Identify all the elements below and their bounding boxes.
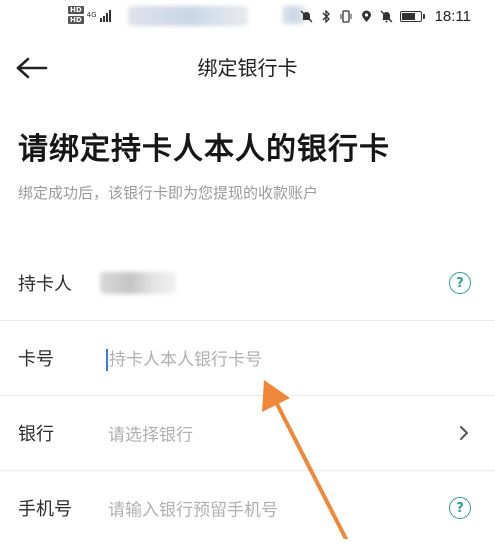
redacted-status-area <box>128 6 248 26</box>
phone-label: 手机号 <box>18 499 72 520</box>
bank-row[interactable]: 银行 请选择银行 <box>0 396 495 470</box>
card-number-input[interactable]: 持卡人本人银行卡号 <box>106 345 262 371</box>
phone-input[interactable]: 请输入银行预留手机号 <box>108 496 278 521</box>
cardholder-row: 持卡人 ? <box>0 246 495 320</box>
headline: 请绑定持卡人本人的银行卡 <box>18 132 390 167</box>
text-cursor <box>106 349 108 371</box>
nav-header: 绑定银行卡 <box>0 44 495 92</box>
status-bar-left: HD HD 4G <box>68 6 111 24</box>
card-number-row[interactable]: 卡号 持卡人本人银行卡号 <box>0 321 495 395</box>
card-number-placeholder: 持卡人本人银行卡号 <box>109 350 262 370</box>
cardholder-help-icon[interactable]: ? <box>449 272 471 294</box>
status-bar: HD HD 4G 18:11 <box>0 0 495 36</box>
hd-badge-top: HD <box>68 6 84 14</box>
location-icon <box>360 10 373 23</box>
mute-icon <box>300 10 313 23</box>
notification-off-icon <box>380 10 393 23</box>
bluetooth-icon <box>320 10 333 23</box>
bank-select[interactable]: 请选择银行 <box>108 421 193 446</box>
page-title: 绑定银行卡 <box>197 56 298 80</box>
subtitle: 绑定成功后，该银行卡即为您提现的收款账户 <box>18 184 319 202</box>
cardholder-name-redacted <box>100 272 176 294</box>
hd-badge-bottom: HD <box>68 16 84 24</box>
vibrate-icon <box>340 10 353 23</box>
status-bar-right: 18:11 <box>300 8 471 25</box>
phone-help-icon[interactable]: ? <box>449 497 471 519</box>
chevron-right-icon <box>460 426 468 440</box>
status-time: 18:11 <box>434 8 471 25</box>
phone-row[interactable]: 手机号 请输入银行预留手机号 ? <box>0 471 495 545</box>
card-number-label: 卡号 <box>18 349 54 370</box>
cardholder-label: 持卡人 <box>18 274 72 295</box>
hd-badge: HD HD <box>68 6 84 24</box>
bank-label: 银行 <box>18 424 54 445</box>
network-type: 4G <box>86 11 97 19</box>
signal-icon <box>99 8 111 22</box>
battery-icon <box>399 11 425 22</box>
